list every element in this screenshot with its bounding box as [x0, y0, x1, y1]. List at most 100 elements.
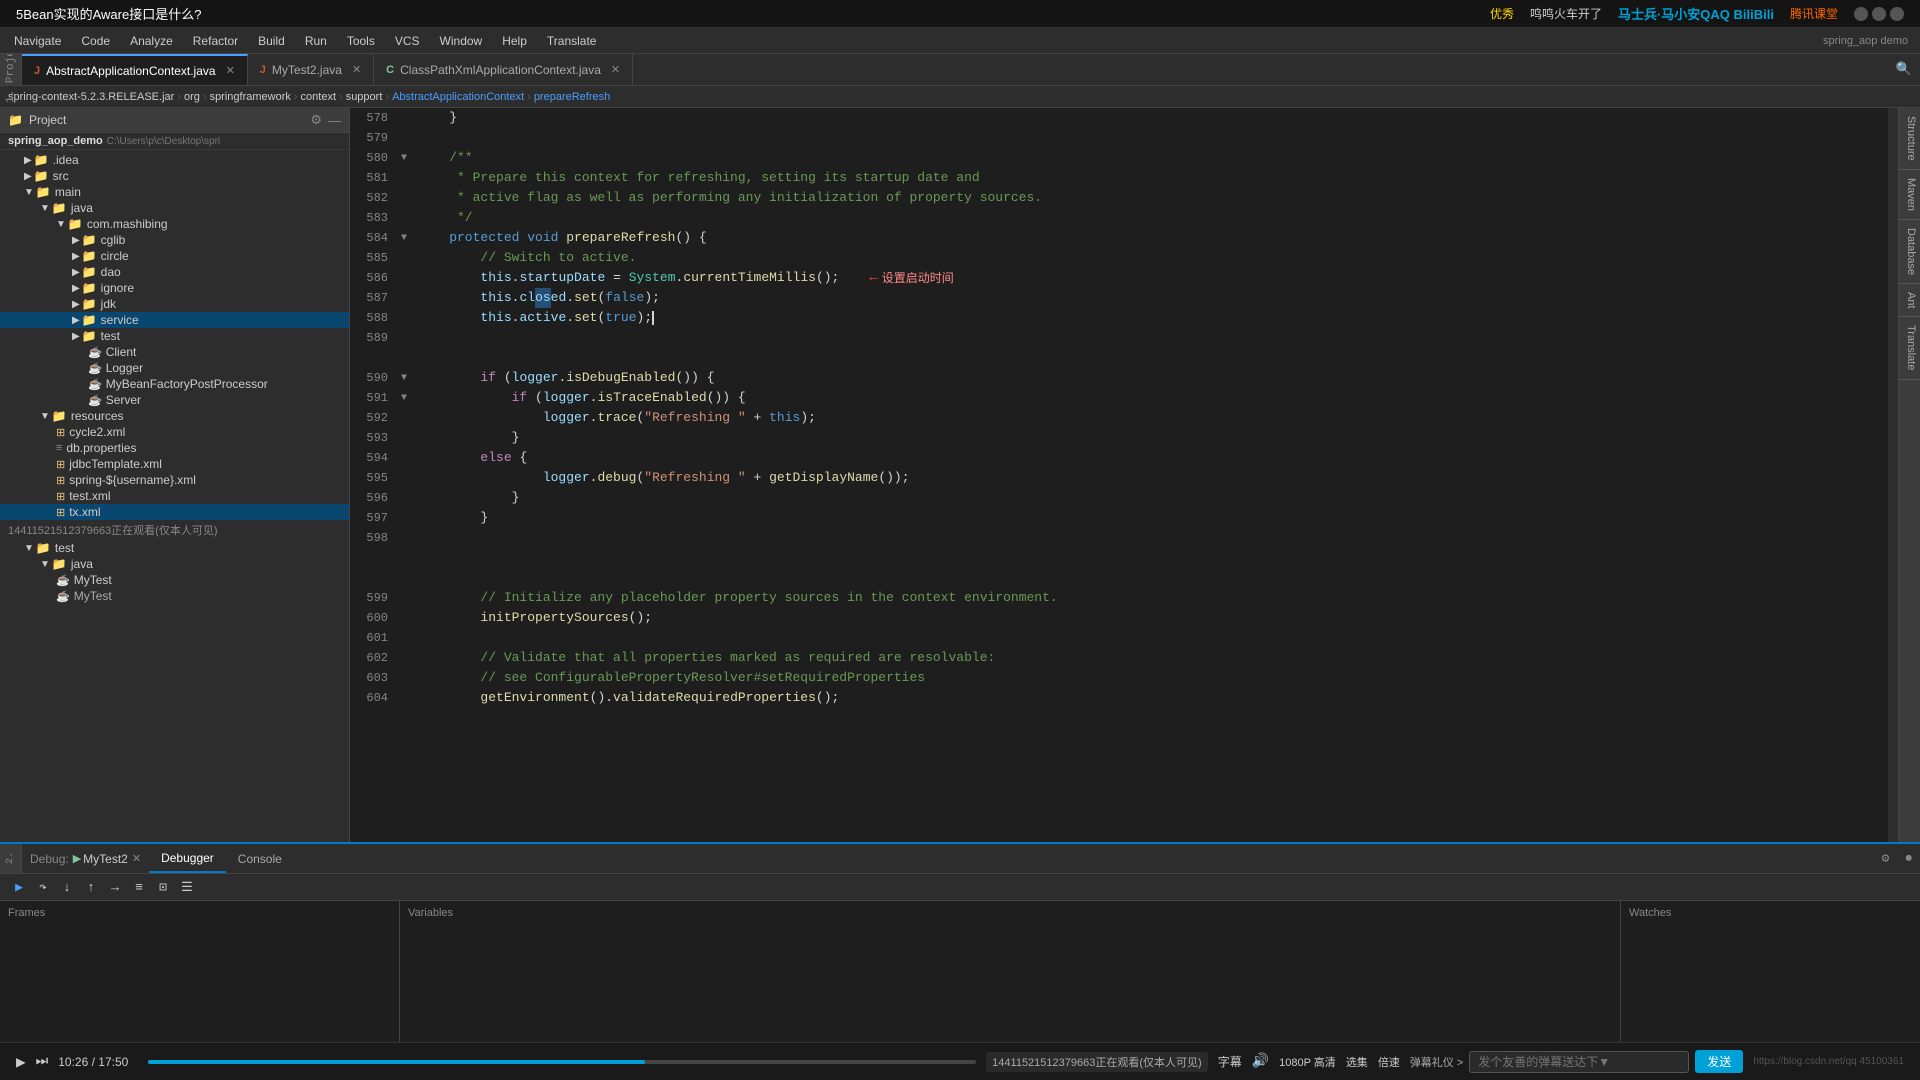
menu-item-vcs[interactable]: VCS — [385, 31, 430, 51]
tree-item-jdk[interactable]: ▶ 📁 jdk — [0, 296, 349, 312]
subtitle-btn[interactable]: 字幕 — [1218, 1053, 1242, 1070]
debug-evaluate-btn[interactable]: ≡ — [128, 876, 150, 898]
speed-label[interactable]: 倍速 — [1378, 1054, 1400, 1070]
tree-item-idea[interactable]: ▶ 📁 .idea — [0, 152, 349, 168]
debug-resume-btn[interactable]: ▶ — [8, 876, 30, 898]
right-tab-translate[interactable]: Translate — [1899, 317, 1920, 379]
debug-frames-btn[interactable]: ⊡ — [152, 876, 174, 898]
tree-item-java-test[interactable]: ▼ 📁 java — [0, 556, 349, 572]
menu-item-tools[interactable]: Tools — [337, 31, 385, 51]
tree-item-txxmll[interactable]: ⊞ tx.xml — [0, 504, 349, 520]
right-tab-maven[interactable]: Maven — [1899, 170, 1920, 220]
danmaku-礼仪-btn[interactable]: 弹幕礼仪 > — [1410, 1054, 1463, 1070]
right-tab-ant[interactable]: Ant — [1899, 284, 1920, 318]
tree-item-mytest[interactable]: ☕ MyTest — [0, 572, 349, 588]
right-tab-database[interactable]: Database — [1899, 220, 1920, 284]
send-btn[interactable]: 发送 — [1695, 1050, 1743, 1073]
minimize-btn[interactable] — [1854, 7, 1868, 21]
breadcrumb-part-5[interactable]: support — [346, 91, 383, 103]
code-line-595: logger.debug("Refreshing " + getDisplayN… — [418, 468, 1888, 488]
tree-item-cglib[interactable]: ▶ 📁 cglib — [0, 232, 349, 248]
tab-close-2[interactable]: ✕ — [352, 63, 361, 76]
debug-step-into-btn[interactable]: ↓ — [56, 876, 78, 898]
breadcrumb-part-2[interactable]: org — [184, 91, 200, 103]
volume-icon[interactable]: 🔊 — [1252, 1053, 1269, 1070]
sidebar-toolbar-icon-1[interactable]: ⚙ — [310, 112, 322, 128]
tab-mytest2[interactable]: J MyTest2.java ✕ — [248, 54, 374, 85]
video-progress-bg[interactable] — [148, 1060, 976, 1064]
debug-tab-console[interactable]: Console — [226, 844, 294, 873]
menu-item-run[interactable]: Run — [295, 31, 337, 51]
tab-close-3[interactable]: ✕ — [611, 63, 620, 76]
close-btn[interactable] — [1890, 7, 1904, 21]
tree-item-java[interactable]: ▼ 📁 java — [0, 200, 349, 216]
debug-step-over-btn[interactable]: ↷ — [32, 876, 54, 898]
menu-item-code[interactable]: Code — [71, 31, 120, 51]
debug-settings-icon[interactable]: ⚙ — [1874, 844, 1898, 873]
folder-icon-mashibing: 📁 — [68, 217, 83, 231]
tree-item-dao[interactable]: ▶ 📁 dao — [0, 264, 349, 280]
tree-item-cycle2xml[interactable]: ⊞ cycle2.xml — [0, 424, 349, 440]
debug-step-out-btn[interactable]: ↑ — [80, 876, 102, 898]
code-line-blank2 — [418, 548, 1888, 568]
danmaku-input[interactable] — [1469, 1051, 1689, 1073]
tree-item-com-mashibing[interactable]: ▼ 📁 com.mashibing — [0, 216, 349, 232]
code-line-579 — [418, 128, 1888, 148]
right-tab-structure[interactable]: Structure — [1899, 108, 1920, 170]
resolution-label[interactable]: 1080P 高清 — [1279, 1054, 1336, 1070]
tree-item-main[interactable]: ▼ 📁 main — [0, 184, 349, 200]
tree-item-ignore[interactable]: ▶ 📁 ignore — [0, 280, 349, 296]
skip-back-btn[interactable]: ⏭ — [36, 1054, 49, 1070]
debug-vars-btn[interactable]: ☰ — [176, 876, 198, 898]
tree-item-circle[interactable]: ▶ 📁 circle — [0, 248, 349, 264]
tree-item-testxml[interactable]: ⊞ test.xml — [0, 488, 349, 504]
menu-item-analyze[interactable]: Analyze — [120, 31, 183, 51]
subtitle-url: https://blog.csdn.net/qq 45100361 — [1753, 1056, 1904, 1067]
tree-item-service[interactable]: ▶ 📁 service — [0, 312, 349, 328]
tree-item-mybeanfactory[interactable]: ☕ MyBeanFactoryPostProcessor — [0, 376, 349, 392]
folder-icon-jdk: 📁 — [82, 297, 97, 311]
menu-item-help[interactable]: Help — [492, 31, 537, 51]
debug-record-icon[interactable]: ⏺ — [1898, 844, 1920, 873]
menu-item-navigate[interactable]: Navigate — [4, 31, 71, 51]
debug-run-cursor-btn[interactable]: → — [104, 876, 126, 898]
breadcrumb-part-4[interactable]: context — [301, 91, 336, 103]
arrow-service: ▶ — [72, 315, 80, 326]
tree-item-server[interactable]: ☕ Server — [0, 392, 349, 408]
maximize-btn[interactable] — [1872, 7, 1886, 21]
breadcrumb-part-1[interactable]: spring-context-5.2.3.RELEASE.jar — [8, 91, 174, 103]
debug-tab-debugger[interactable]: Debugger — [149, 844, 226, 873]
folder-icon-circle: 📁 — [82, 249, 97, 263]
debug-content: Frames Variables Watches — [0, 901, 1920, 1042]
menu-item-build[interactable]: Build — [248, 31, 295, 51]
breadcrumb-part-6[interactable]: AbstractApplicationContext — [392, 91, 524, 103]
tree-item-jdbcxml[interactable]: ⊞ jdbcTemplate.xml — [0, 456, 349, 472]
tree-item-logger[interactable]: ☕ Logger — [0, 360, 349, 376]
play-pause-btn[interactable]: ▶ — [16, 1052, 26, 1072]
menu-item-translate[interactable]: Translate — [537, 31, 607, 51]
tree-item-springxml[interactable]: ⊞ spring-${username}.xml — [0, 472, 349, 488]
vertical-scrollbar[interactable] — [1888, 108, 1898, 842]
tab-classpathxml[interactable]: C ClassPathXmlApplicationContext.java ✕ — [374, 54, 633, 85]
tree-item-test-folder[interactable]: ▶ 📁 test — [0, 328, 349, 344]
sidebar-toolbar-icon-2[interactable]: — — [328, 113, 341, 128]
tree-item-mytest2[interactable]: ☕ MyTest — [0, 588, 349, 604]
tree-item-test-root[interactable]: ▼ 📁 test — [0, 540, 349, 556]
tab-abstract-application-context[interactable]: J AbstractApplicationContext.java ✕ — [22, 54, 248, 85]
tree-item-dbprops[interactable]: ≡ db.properties — [0, 440, 349, 456]
breadcrumb-part-3[interactable]: springframework — [210, 91, 291, 103]
tree-item-client[interactable]: ☕ Client — [0, 344, 349, 360]
tree-item-src[interactable]: ▶ 📁 src — [0, 168, 349, 184]
breadcrumb-part-7[interactable]: prepareRefresh — [534, 91, 610, 103]
label-server: Server — [106, 393, 141, 407]
code-line-596: } — [418, 488, 1888, 508]
select-label[interactable]: 选集 — [1346, 1054, 1368, 1070]
tree-item-resources[interactable]: ▼ 📁 resources — [0, 408, 349, 424]
menu-item-refactor[interactable]: Refactor — [183, 31, 248, 51]
xml-icon-cycle2: ⊞ — [56, 426, 65, 439]
search-icon[interactable]: 🔍 — [1888, 54, 1920, 85]
debug-session-close[interactable]: ✕ — [132, 852, 141, 865]
sidebar: 📁 Project ⚙ — spring_aop_demo C:\Users\p… — [0, 108, 350, 842]
tab-close-1[interactable]: ✕ — [226, 64, 235, 77]
menu-item-window[interactable]: Window — [430, 31, 493, 51]
